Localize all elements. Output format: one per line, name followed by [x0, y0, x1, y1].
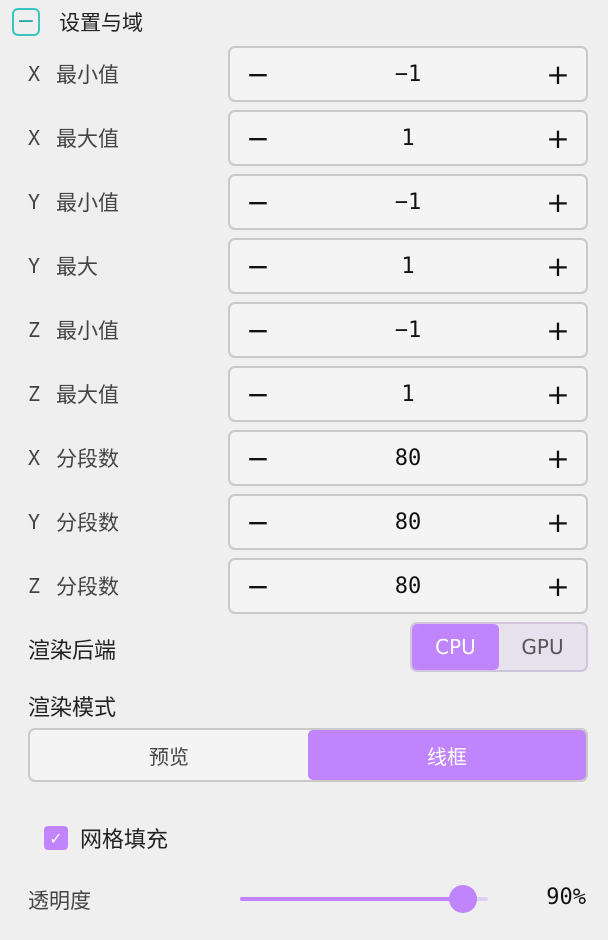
x-min-stepper: − −1 +: [228, 46, 588, 102]
section-title: 设置与域: [59, 11, 143, 35]
decrement-button[interactable]: −: [230, 432, 286, 484]
increment-button[interactable]: +: [530, 560, 586, 612]
row-label: Y 最小值: [28, 174, 119, 230]
field-label: 分段数: [56, 447, 119, 471]
row-label: X 分段数: [28, 430, 119, 486]
decrement-button[interactable]: −: [230, 176, 286, 228]
x-segments-stepper: − 80 +: [228, 430, 588, 486]
backend-toggle: CPU GPU: [410, 622, 588, 672]
render-mode-option-preview[interactable]: 预览: [30, 730, 308, 780]
increment-button[interactable]: +: [530, 432, 586, 484]
row-label: Z 最小值: [28, 302, 119, 358]
render-mode-option-wireframe[interactable]: 线框: [308, 730, 586, 780]
z-max-stepper: − 1 +: [228, 366, 588, 422]
field-label: 最小值: [56, 191, 119, 215]
render-mode-toggle: 预览 线框: [28, 728, 588, 782]
axis-label: X: [28, 446, 41, 470]
stepper-value[interactable]: −1: [286, 48, 530, 100]
backend-option-cpu[interactable]: CPU: [412, 624, 499, 670]
row-y-min: Y 最小值 − −1 +: [0, 174, 608, 230]
opacity-slider-thumb[interactable]: [449, 885, 478, 913]
axis-label: Z: [28, 382, 41, 406]
decrement-button[interactable]: −: [230, 560, 286, 612]
row-label: Y 分段数: [28, 494, 119, 550]
decrement-button[interactable]: −: [230, 304, 286, 356]
z-min-stepper: − −1 +: [228, 302, 588, 358]
row-x-max: X 最大值 − 1 +: [0, 110, 608, 166]
minus-icon: −: [16, 9, 36, 34]
axis-label: Y: [28, 254, 41, 278]
render-mode-label: 渲染模式: [28, 696, 117, 721]
mesh-fill-row: ✓ 网格填充: [44, 823, 168, 853]
axis-label: Z: [28, 318, 41, 342]
axis-label: Y: [28, 190, 41, 214]
row-label: Y 最大: [28, 238, 98, 294]
row-label: X 最大值: [28, 110, 119, 166]
opacity-label: 透明度: [28, 889, 91, 913]
opacity-slider[interactable]: [240, 885, 488, 913]
x-max-stepper: − 1 +: [228, 110, 588, 166]
section-header: − 设置与域: [12, 7, 143, 37]
row-label: X 最小值: [28, 46, 119, 102]
field-label: 分段数: [56, 511, 119, 535]
stepper-value[interactable]: 1: [286, 368, 530, 420]
row-z-min: Z 最小值 − −1 +: [0, 302, 608, 358]
stepper-value[interactable]: 80: [286, 560, 530, 612]
axis-label: Y: [28, 510, 41, 534]
increment-button[interactable]: +: [530, 48, 586, 100]
row-label: Z 最大值: [28, 366, 119, 422]
field-label: 分段数: [56, 575, 119, 599]
increment-button[interactable]: +: [530, 368, 586, 420]
axis-label: Z: [28, 574, 41, 598]
field-label: 最大值: [56, 383, 119, 407]
stepper-value[interactable]: 80: [286, 496, 530, 548]
stepper-value[interactable]: 80: [286, 432, 530, 484]
stepper-value[interactable]: 1: [286, 112, 530, 164]
field-label: 最小值: [56, 319, 119, 343]
field-label: 最大: [56, 255, 98, 279]
increment-button[interactable]: +: [530, 496, 586, 548]
collapse-button[interactable]: −: [12, 8, 40, 36]
decrement-button[interactable]: −: [230, 368, 286, 420]
opacity-slider-fill: [240, 897, 464, 901]
row-z-max: Z 最大值 − 1 +: [0, 366, 608, 422]
backend-option-gpu[interactable]: GPU: [499, 624, 586, 670]
row-label: Z 分段数: [28, 558, 119, 614]
stepper-value[interactable]: 1: [286, 240, 530, 292]
stepper-value[interactable]: −1: [286, 176, 530, 228]
row-y-segments: Y 分段数 − 80 +: [0, 494, 608, 550]
y-min-stepper: − −1 +: [228, 174, 588, 230]
backend-label: 渲染后端: [28, 639, 117, 664]
decrement-button[interactable]: −: [230, 48, 286, 100]
field-label: 最大值: [56, 127, 119, 151]
axis-label: X: [28, 126, 41, 150]
opacity-value: 90%: [546, 885, 586, 910]
row-x-min: X 最小值 − −1 +: [0, 46, 608, 102]
row-y-max: Y 最大 − 1 +: [0, 238, 608, 294]
z-segments-stepper: − 80 +: [228, 558, 588, 614]
decrement-button[interactable]: −: [230, 496, 286, 548]
axis-label: X: [28, 62, 41, 86]
mesh-fill-label: 网格填充: [80, 828, 169, 853]
field-label: 最小值: [56, 63, 119, 87]
mesh-fill-checkbox[interactable]: ✓: [44, 826, 68, 850]
decrement-button[interactable]: −: [230, 112, 286, 164]
stepper-value[interactable]: −1: [286, 304, 530, 356]
row-z-segments: Z 分段数 − 80 +: [0, 558, 608, 614]
increment-button[interactable]: +: [530, 304, 586, 356]
y-segments-stepper: − 80 +: [228, 494, 588, 550]
row-x-segments: X 分段数 − 80 +: [0, 430, 608, 486]
increment-button[interactable]: +: [530, 112, 586, 164]
increment-button[interactable]: +: [530, 176, 586, 228]
decrement-button[interactable]: −: [230, 240, 286, 292]
increment-button[interactable]: +: [530, 240, 586, 292]
y-max-stepper: − 1 +: [228, 238, 588, 294]
checkmark-icon: ✓: [49, 828, 63, 848]
